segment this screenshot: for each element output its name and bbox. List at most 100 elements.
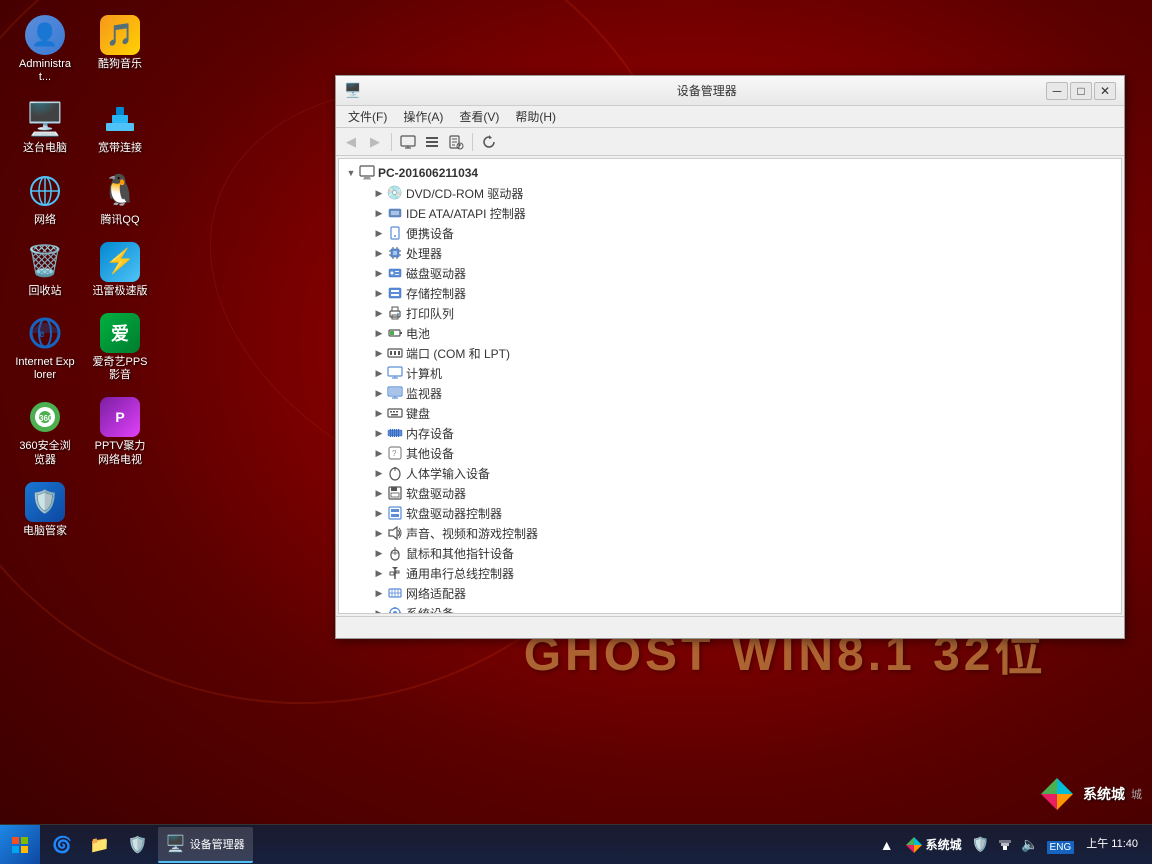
desktop-icon-pcmgr[interactable]: 🛡️ 电脑管家 xyxy=(10,477,80,543)
expand-processor[interactable]: ▶ xyxy=(371,245,387,261)
icon-label-iqiyi: 爱奇艺PPS影音 xyxy=(90,356,150,382)
tree-item-disk[interactable]: ▶ 磁盘驱动器 xyxy=(339,263,1121,283)
expand-port[interactable]: ▶ xyxy=(371,345,387,361)
tree-item-printer[interactable]: ▶ 打印队列 xyxy=(339,303,1121,323)
device-tree[interactable]: ▼ PC-201606211034 ▶ 💿 DVD/CD-ROM 驱动器 xyxy=(338,158,1122,614)
expand-monitor[interactable]: ▶ xyxy=(371,385,387,401)
tree-item-system[interactable]: ▶ 系统设备 xyxy=(339,603,1121,614)
tree-item-ide[interactable]: ▶ IDE ATA/ATAPI 控制器 xyxy=(339,203,1121,223)
menu-view[interactable]: 查看(V) xyxy=(451,106,507,127)
icon-label-recycle: 回收站 xyxy=(29,285,62,298)
tray-clock[interactable]: 上午 11:40 xyxy=(1080,838,1144,851)
toolbar-refresh[interactable] xyxy=(478,131,500,153)
tree-item-monitor[interactable]: ▶ 监视器 xyxy=(339,383,1121,403)
close-button[interactable]: ✕ xyxy=(1094,82,1116,100)
expand-network[interactable]: ▶ xyxy=(371,585,387,601)
start-button[interactable] xyxy=(0,825,40,864)
taskbar-ie[interactable]: 🌀 xyxy=(44,827,80,863)
tree-item-port[interactable]: ▶ 端口 (COM 和 LPT) xyxy=(339,343,1121,363)
expand-computer[interactable]: ▶ xyxy=(371,365,387,381)
tree-item-computer[interactable]: ▶ 计算机 xyxy=(339,363,1121,383)
desktop-icon-recycle[interactable]: 🗑️ 回收站 xyxy=(10,237,80,303)
desktop-icon-360[interactable]: 360 360安全浏览器 xyxy=(10,392,80,471)
label-network: 网络适配器 xyxy=(406,585,466,602)
menu-file[interactable]: 文件(F) xyxy=(340,106,395,127)
expand-system[interactable]: ▶ xyxy=(371,605,387,614)
tree-item-floppy[interactable]: ▶ 软盘驱动器 xyxy=(339,483,1121,503)
expand-other[interactable]: ▶ xyxy=(371,445,387,461)
toolbar-computer[interactable] xyxy=(397,131,419,153)
desktop-icon-network[interactable]: 网络 xyxy=(10,166,80,232)
desktop-icon-thunder[interactable]: ⚡ 迅雷极速版 xyxy=(85,237,155,303)
expand-printer[interactable]: ▶ xyxy=(371,305,387,321)
root-expand-icon[interactable]: ▼ xyxy=(343,165,359,181)
icon-hid xyxy=(387,465,403,481)
expand-hid[interactable]: ▶ xyxy=(371,465,387,481)
expand-portable[interactable]: ▶ xyxy=(371,225,387,241)
tree-item-other[interactable]: ▶ ? 其他设备 xyxy=(339,443,1121,463)
icon-floppy xyxy=(387,485,403,501)
tray-syscity: 系统城 xyxy=(900,835,966,855)
minimize-button[interactable]: ─ xyxy=(1046,82,1068,100)
tree-root-node[interactable]: ▼ PC-201606211034 xyxy=(339,163,1121,183)
taskbar-shield[interactable]: 🛡️ xyxy=(120,827,156,863)
label-monitor: 监视器 xyxy=(406,385,442,402)
expand-mouse[interactable]: ▶ xyxy=(371,545,387,561)
expand-floppy[interactable]: ▶ xyxy=(371,485,387,501)
tree-item-network[interactable]: ▶ 网络适配器 xyxy=(339,583,1121,603)
toolbar-properties[interactable] xyxy=(445,131,467,153)
label-mouse: 鼠标和其他指针设备 xyxy=(406,545,514,562)
tray-network[interactable] xyxy=(995,835,1015,855)
tray-input-method[interactable]: ENG xyxy=(1045,835,1077,855)
expand-dvd[interactable]: ▶ xyxy=(371,185,387,201)
expand-battery[interactable]: ▶ xyxy=(371,325,387,341)
icon-label-broadband: 宽带连接 xyxy=(98,142,142,155)
taskbar-explorer[interactable]: 📁 xyxy=(82,827,118,863)
menu-help[interactable]: 帮助(H) xyxy=(507,106,564,127)
tree-item-dvd[interactable]: ▶ 💿 DVD/CD-ROM 驱动器 xyxy=(339,183,1121,203)
tree-item-portable[interactable]: ▶ 便携设备 xyxy=(339,223,1121,243)
tree-item-memory[interactable]: ▶ 内存设备 xyxy=(339,423,1121,443)
tree-item-fdc[interactable]: ▶ 软盘驱动器控制器 xyxy=(339,503,1121,523)
expand-fdc[interactable]: ▶ xyxy=(371,505,387,521)
toolbar-forward[interactable]: ▶ xyxy=(364,131,386,153)
tree-item-storage[interactable]: ▶ 存储控制器 xyxy=(339,283,1121,303)
tray-security[interactable]: 🛡️ xyxy=(970,834,991,855)
menu-action[interactable]: 操作(A) xyxy=(395,106,451,127)
label-memory: 内存设备 xyxy=(406,425,454,442)
desktop-icon-pptv[interactable]: P PPTV聚力 网络电视 xyxy=(85,392,155,471)
tree-item-hid[interactable]: ▶ 人体学输入设备 xyxy=(339,463,1121,483)
icon-other: ? xyxy=(387,445,403,461)
tree-item-battery[interactable]: ▶ 电池 xyxy=(339,323,1121,343)
taskbar-devmgr[interactable]: 🖥️ 设备管理器 xyxy=(158,827,253,863)
icon-usb xyxy=(387,565,403,581)
tree-item-audio[interactable]: ▶ 声音、视频和游戏控制器 xyxy=(339,523,1121,543)
desktop-icon-iqiyi[interactable]: 爱 爱奇艺PPS影音 xyxy=(85,308,155,387)
desktop-icon-qq[interactable]: 🐧 腾讯QQ xyxy=(85,166,155,232)
toolbar-list[interactable] xyxy=(421,131,443,153)
label-battery: 电池 xyxy=(406,325,430,342)
tree-item-keyboard[interactable]: ▶ 键盘 xyxy=(339,403,1121,423)
tray-show-icons[interactable]: ▲ xyxy=(878,835,896,855)
expand-memory[interactable]: ▶ xyxy=(371,425,387,441)
expand-usb[interactable]: ▶ xyxy=(371,565,387,581)
tree-item-usb[interactable]: ▶ 通用串行总线控制器 xyxy=(339,563,1121,583)
maximize-button[interactable]: □ xyxy=(1070,82,1092,100)
toolbar-back[interactable]: ◀ xyxy=(340,131,362,153)
expand-keyboard[interactable]: ▶ xyxy=(371,405,387,421)
tray-volume[interactable]: 🔈 xyxy=(1019,834,1040,855)
desktop-icon-computer[interactable]: 🖥️ 这台电脑 xyxy=(10,94,80,160)
icon-label-qq: 腾讯QQ xyxy=(100,214,139,227)
expand-audio[interactable]: ▶ xyxy=(371,525,387,541)
desktop-icon-admin[interactable]: 👤 Administrat... xyxy=(10,10,80,89)
expand-ide[interactable]: ▶ xyxy=(371,205,387,221)
desktop-icon-music[interactable]: 🎵 酷狗音乐 xyxy=(85,10,155,89)
icon-label-pptv: PPTV聚力 网络电视 xyxy=(90,440,150,466)
tree-item-mouse[interactable]: ▶ 鼠标和其他指针设备 xyxy=(339,543,1121,563)
desktop-icon-broadband[interactable]: 宽带连接 xyxy=(85,94,155,160)
label-audio: 声音、视频和游戏控制器 xyxy=(406,525,538,542)
expand-disk[interactable]: ▶ xyxy=(371,265,387,281)
expand-storage[interactable]: ▶ xyxy=(371,285,387,301)
desktop-icon-ie[interactable]: e Internet Explorer xyxy=(10,308,80,387)
tree-item-processor[interactable]: ▶ xyxy=(339,243,1121,263)
